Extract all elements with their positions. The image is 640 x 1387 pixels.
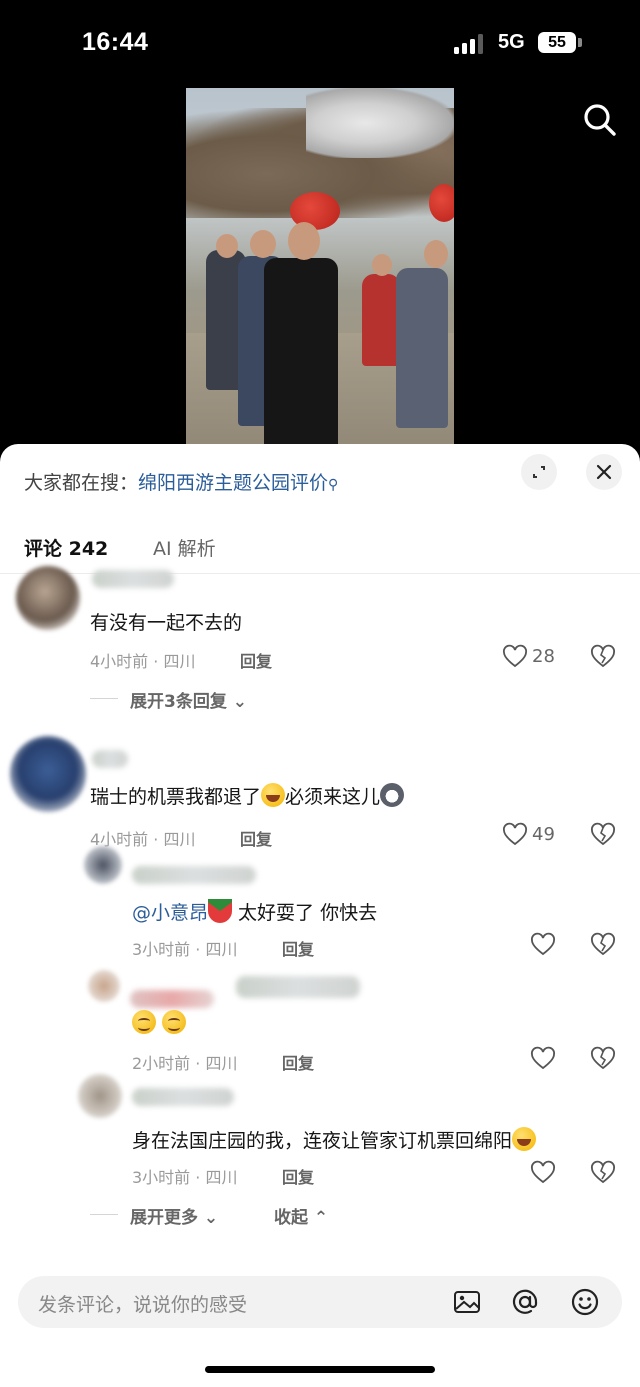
heart-icon[interactable] xyxy=(530,1160,556,1186)
home-indicator[interactable] xyxy=(205,1366,435,1373)
like-count: 49 xyxy=(532,824,555,845)
hot-search[interactable]: 大家都在搜：绵阳西游主题公园评价⚲ xyxy=(24,468,338,495)
person-left-head xyxy=(216,234,238,258)
video-player[interactable] xyxy=(0,88,640,458)
reply-button[interactable]: 回复 xyxy=(240,826,272,850)
hot-search-prefix: 大家都在搜： xyxy=(24,472,139,494)
tab-comments[interactable]: 评论 242 xyxy=(24,534,108,561)
username-blurred[interactable] xyxy=(130,990,214,1008)
reply-meta: 2小时前 · 四川 xyxy=(132,1054,238,1073)
chevron-down-icon: ⌄ xyxy=(203,1208,219,1228)
chevron-down-icon: ⌄ xyxy=(232,692,248,712)
at-icon[interactable] xyxy=(510,1287,540,1317)
collapse-button[interactable]: 收起 ⌃ xyxy=(274,1203,328,1228)
avatar[interactable] xyxy=(88,970,120,1002)
hot-search-keyword[interactable]: 绵阳西游主题公园评价 xyxy=(138,472,328,494)
reply-meta: 3小时前 · 四川 xyxy=(132,940,238,959)
person-woman-head xyxy=(372,254,392,276)
laugh-emoji-icon xyxy=(512,1127,537,1151)
avatar[interactable] xyxy=(78,1074,122,1118)
comment-text: 瑞士的机票我都退了 必须来这儿 xyxy=(90,782,405,809)
like-count: 28 xyxy=(532,646,555,667)
lantern-right xyxy=(429,184,454,222)
broken-heart-icon[interactable] xyxy=(590,644,616,670)
search-small-icon: ⚲ xyxy=(328,477,339,493)
smile-emoji-icon xyxy=(162,1010,187,1034)
expand-more-button[interactable]: 展开更多 ⌄ xyxy=(130,1203,218,1228)
comment-text-part2: 必须来这儿 xyxy=(285,786,381,808)
avatar[interactable] xyxy=(10,736,86,812)
reply-text: @小意昂 太好耍了 你快去 xyxy=(132,898,377,925)
username-blurred-2 xyxy=(236,976,360,998)
status-bar: 16:44 5G 55 xyxy=(0,0,640,88)
reply-text-body: 身在法国庄园的我，连夜让管家订机票回绵阳 xyxy=(132,1130,513,1152)
signal-icon xyxy=(454,32,488,54)
search-button[interactable] xyxy=(580,100,620,140)
battery-tip xyxy=(578,38,582,47)
person-right-head xyxy=(424,240,448,268)
tab-ai-analysis[interactable]: AI 解析 xyxy=(153,534,216,561)
person-center xyxy=(264,258,338,458)
person-right xyxy=(396,268,448,428)
person-glasses-head xyxy=(250,230,276,258)
heart-icon[interactable] xyxy=(502,644,528,670)
smile-emoji-icon xyxy=(132,1010,156,1034)
broken-heart-icon[interactable] xyxy=(590,932,616,958)
close-icon xyxy=(596,464,612,480)
watermelon-emoji-icon xyxy=(208,899,233,923)
comment-text-part1: 瑞士的机票我都退了 xyxy=(90,786,262,808)
username-blurred[interactable] xyxy=(92,570,174,588)
rock-decoration xyxy=(306,88,454,158)
image-icon[interactable] xyxy=(452,1287,482,1317)
person-center-head xyxy=(288,222,320,260)
comment-text: 有没有一起不去的 xyxy=(90,612,243,634)
reply-text-body: 太好耍了 你快去 xyxy=(232,902,378,924)
status-time: 16:44 xyxy=(82,28,149,56)
avatar[interactable] xyxy=(16,566,80,630)
reply-text: 身在法国庄园的我，连夜让管家订机票回绵阳 xyxy=(132,1126,537,1153)
comment-panel: 大家都在搜：绵阳西游主题公园评价⚲ 评论 242 AI 解析 有没有一起不去的 … xyxy=(0,444,640,1387)
collapse-label: 收起 xyxy=(274,1208,308,1228)
avatar[interactable] xyxy=(84,846,122,884)
comment-input[interactable]: 发条评论，说说你的感受 xyxy=(38,1290,247,1317)
broken-heart-icon[interactable] xyxy=(590,1046,616,1072)
comment-input-bar[interactable]: 发条评论，说说你的感受 xyxy=(18,1276,622,1328)
expand-icon xyxy=(533,466,545,478)
battery-icon: 55 xyxy=(538,32,576,53)
network-label: 5G xyxy=(498,31,525,53)
reply-button[interactable]: 回复 xyxy=(282,936,314,960)
mention-link[interactable]: @小意昂 xyxy=(132,902,208,924)
username-blurred[interactable] xyxy=(132,866,256,884)
reply-meta: 3小时前 · 四川 xyxy=(132,1168,238,1187)
video-thumbnail xyxy=(186,88,454,458)
smiley-icon[interactable] xyxy=(570,1287,600,1317)
heart-icon[interactable] xyxy=(530,1046,556,1072)
reply-text xyxy=(132,1010,187,1035)
reply-button[interactable]: 回复 xyxy=(282,1164,314,1188)
heart-icon[interactable] xyxy=(502,822,528,848)
broken-heart-icon[interactable] xyxy=(590,822,616,848)
reply-button[interactable]: 回复 xyxy=(282,1050,314,1074)
chevron-up-icon: ⌃ xyxy=(313,1208,329,1228)
laugh-emoji-icon xyxy=(261,783,286,807)
tab-bar: 评论 242 AI 解析 xyxy=(0,530,640,574)
expand-divider xyxy=(90,1214,118,1215)
username-blurred[interactable] xyxy=(132,1088,234,1106)
comment-meta: 4小时前 · 四川 xyxy=(90,652,196,671)
expand-divider xyxy=(90,698,118,699)
person-woman xyxy=(362,274,400,366)
expand-replies-label: 展开3条回复 xyxy=(130,692,227,712)
husky-emoji-icon xyxy=(380,783,405,807)
expand-replies-button[interactable]: 展开3条回复 ⌄ xyxy=(130,687,247,712)
broken-heart-icon[interactable] xyxy=(590,1160,616,1186)
close-button[interactable] xyxy=(586,454,622,490)
expand-button[interactable] xyxy=(521,454,557,490)
heart-icon[interactable] xyxy=(530,932,556,958)
reply-button[interactable]: 回复 xyxy=(240,648,272,672)
username-blurred[interactable] xyxy=(92,750,128,768)
search-icon xyxy=(584,104,616,136)
expand-more-label: 展开更多 xyxy=(130,1208,198,1228)
